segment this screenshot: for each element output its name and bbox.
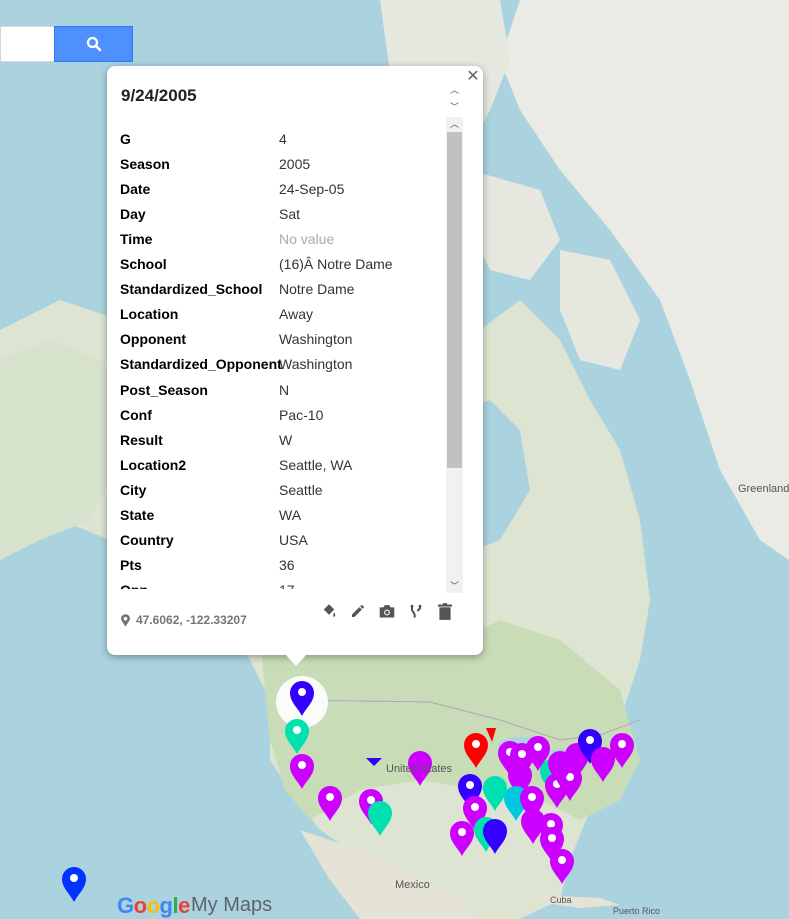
coordinates: 47.6062, -122.33207 [121,613,247,627]
popup-pointer [285,654,307,666]
popup-actions [319,601,455,621]
close-icon[interactable]: ✕ [465,69,481,85]
attribute-value: N [279,381,290,398]
feature-info-popup: ✕ 9/24/2005 G 4 Season 2005 Date 24-Sep-05 Day… [107,66,483,655]
attribute-value: No value [279,231,335,248]
map-label-us: United States [386,763,453,775]
map-label-cuba: Cuba [550,895,572,905]
my-maps-label: My Maps [191,894,273,916]
paint-bucket-icon[interactable] [319,601,339,621]
attribute-key: Post_Season [120,381,208,398]
attribute-value: 2005 [279,156,311,173]
attribute-value: Washington [279,331,353,348]
map-label-puerto-rico: Puerto Rico [613,906,661,916]
popup-scrollbar[interactable]: ︿ ﹀ ︿ ﹀ [446,85,463,593]
attribute-value: (16)Â Notre Dame [279,256,393,273]
attribute-key: Standardized_School [120,281,263,298]
google-logo-letter: g [159,893,173,918]
attribute-value: Notre Dame [279,281,355,298]
location-pin-icon [121,613,130,627]
attribute-key: Pts [120,556,142,573]
attribute-value: 17 [279,580,295,589]
attribute-key: Time [120,231,153,248]
attribute-key: G [120,131,131,147]
attribute-key: Location [120,306,179,323]
scroll-down-icon[interactable]: ﹀ [446,579,463,593]
attribute-value: Sat [279,206,301,223]
attribute-key: Country [120,531,174,548]
google-logo-letter: G [117,893,134,918]
scroll-up-icon[interactable]: ︿ [446,117,463,131]
camera-icon[interactable] [377,601,397,621]
attribute-value: Away [279,306,313,323]
attribute-key: State [120,506,155,523]
attribute-key: City [120,481,147,498]
attribute-value: USA [279,531,308,548]
pencil-icon[interactable] [348,601,368,621]
attribute-value: W [279,431,293,448]
attribute-value: WA [279,506,302,523]
google-logo: Google [117,893,190,919]
attribute-key: Conf [120,406,152,423]
google-logo-letter: e [178,893,190,918]
attribute-key: Day [120,206,146,223]
directions-icon[interactable] [406,601,426,621]
attribute-value: Seattle, WA [279,456,353,473]
attribute-key: Season [120,156,170,173]
attribute-value: Pac-10 [279,406,324,423]
popup-title: 9/24/2005 [121,86,197,105]
map-label-mexico: Mexico [395,879,430,891]
attribute-value: Washington [279,356,353,373]
attribute-key: Location2 [120,456,187,473]
google-logo-letter: o [133,893,147,918]
attribute-key: Opp [120,580,280,589]
attribute-value: 4 [279,131,287,147]
search-input[interactable] [0,26,54,62]
scroll-up-arrow-icon[interactable]: ︿ [446,83,463,97]
scroll-down-arrow-small-icon[interactable]: ﹀ [446,100,463,114]
scroll-thumb[interactable] [447,132,462,468]
attribute-key: Result [120,431,163,448]
attribute-value: 24-Sep-05 [279,181,345,198]
attribute-key: Standardized_Opponent [120,356,282,373]
map-label-greenland: Greenland [738,483,789,495]
attribute-value: Seattle [279,481,323,498]
search-button[interactable] [54,26,133,62]
search-icon [86,36,101,52]
attribute-key: Opponent [120,331,187,348]
attribute-value: 36 [279,556,295,573]
coordinates-text: 47.6062, -122.33207 [136,613,247,627]
trash-icon[interactable] [435,601,455,621]
attribute-key: School [120,256,167,273]
attribute-key: Date [120,181,151,198]
google-logo-letter: o [146,893,160,918]
attribute-table: G 4 Season 2005 Date 24-Sep-05 Day Sat Time No va… [107,129,463,589]
